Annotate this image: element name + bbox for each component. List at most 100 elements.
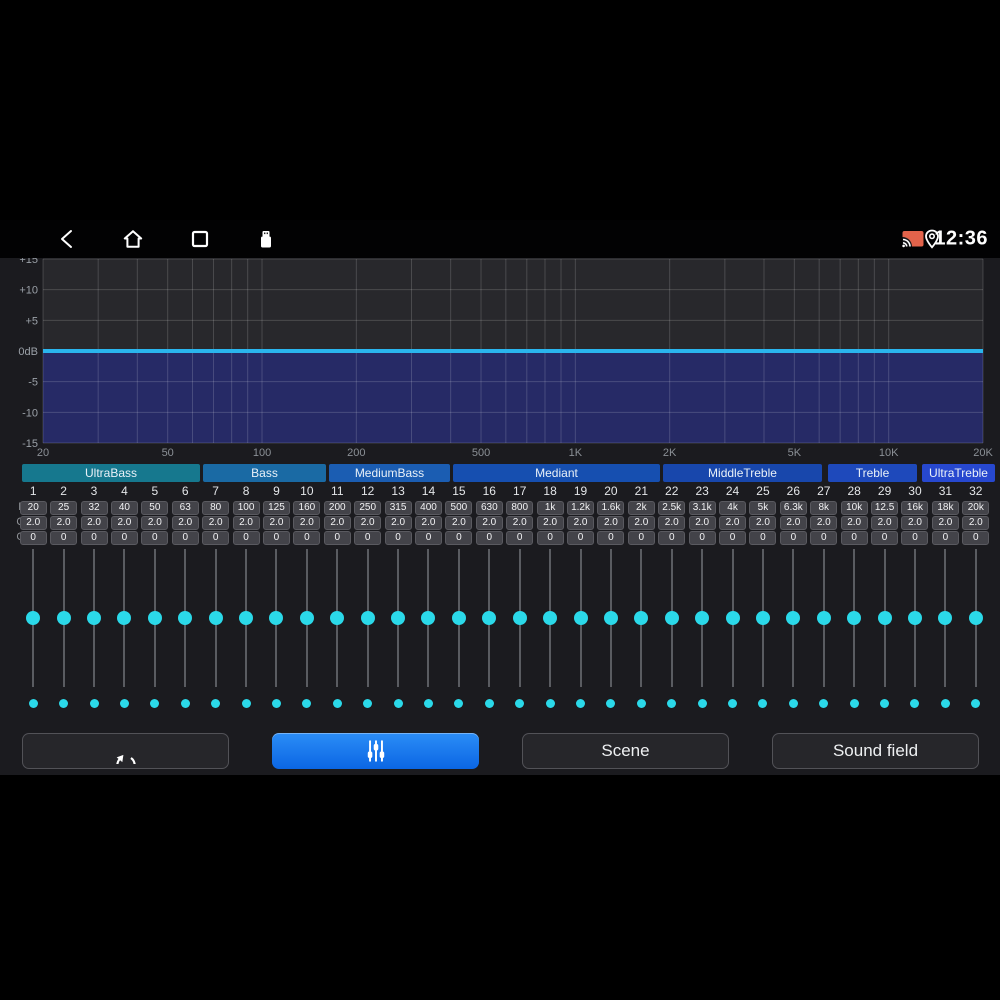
slider-knob[interactable] — [26, 611, 41, 625]
band-slider[interactable] — [565, 549, 595, 687]
slider-knob[interactable] — [695, 611, 710, 625]
band-slider[interactable] — [748, 549, 778, 687]
slider-knob[interactable] — [330, 611, 345, 625]
band-slider[interactable] — [322, 549, 352, 687]
band-indicator-dot — [788, 698, 798, 708]
band-gain-value-cell: 0 — [383, 530, 413, 545]
band-slider[interactable] — [626, 549, 656, 687]
slider-knob[interactable] — [299, 611, 314, 625]
band-indicator-dot — [89, 698, 99, 708]
band-number: 8 — [242, 483, 250, 498]
slider-knob[interactable] — [391, 611, 406, 625]
band-slider[interactable] — [18, 549, 48, 687]
band-gain-value-cell: 0 — [626, 530, 656, 545]
slider-knob[interactable] — [755, 611, 770, 625]
band-slider[interactable] — [48, 549, 78, 687]
band-slider[interactable] — [200, 549, 230, 687]
band-q-value: 2.0 — [931, 515, 959, 530]
equalizer-button[interactable] — [272, 733, 479, 769]
band-slider[interactable] — [474, 549, 504, 687]
band-indicator — [474, 698, 504, 708]
band-slider[interactable] — [109, 549, 139, 687]
band-slider[interactable] — [839, 549, 869, 687]
slider-knob[interactable] — [968, 611, 983, 625]
band-number: 4 — [121, 483, 128, 498]
slider-knob[interactable] — [786, 611, 801, 625]
band-freq-value: 18k — [931, 500, 959, 515]
slider-knob[interactable] — [56, 611, 71, 625]
band-freq-value-cell: 20k — [961, 500, 991, 515]
slider-knob[interactable] — [816, 611, 831, 625]
slider-knob[interactable] — [877, 611, 892, 625]
band-slider[interactable] — [444, 549, 474, 687]
band-slider[interactable] — [261, 549, 291, 687]
band-slider[interactable] — [930, 549, 960, 687]
band-slider[interactable] — [778, 549, 808, 687]
slider-knob[interactable] — [451, 611, 466, 625]
svg-text:+10: +10 — [19, 285, 38, 297]
band-slider[interactable] — [535, 549, 565, 687]
back-icon[interactable] — [56, 227, 78, 251]
slider-knob[interactable] — [421, 611, 436, 625]
slider-knob[interactable] — [938, 611, 953, 625]
slider-knob[interactable] — [573, 611, 588, 625]
slider-knob[interactable] — [725, 611, 740, 625]
sound-field-button[interactable]: Sound field — [772, 733, 979, 769]
reset-button[interactable] — [22, 733, 229, 769]
band-indicator — [809, 698, 839, 708]
slider-knob[interactable] — [147, 611, 162, 625]
slider-knob[interactable] — [603, 611, 618, 625]
slider-knob[interactable] — [87, 611, 102, 625]
band-slider[interactable] — [900, 549, 930, 687]
band-slider[interactable] — [292, 549, 322, 687]
slider-knob[interactable] — [634, 611, 649, 625]
slider-knob[interactable] — [208, 611, 223, 625]
band-slider[interactable] — [140, 549, 170, 687]
slider-knob[interactable] — [482, 611, 497, 625]
band-freq-value-cell: 5k — [748, 500, 778, 515]
band-q-value: 2.0 — [871, 515, 899, 530]
band-gain-value: 0 — [658, 530, 686, 545]
scene-button[interactable]: Scene — [522, 733, 729, 769]
slider-knob[interactable] — [239, 611, 254, 625]
band-gain-value: 0 — [567, 530, 595, 545]
band-gain-value: 0 — [810, 530, 838, 545]
band-slider[interactable] — [170, 549, 200, 687]
band-slider[interactable] — [79, 549, 109, 687]
band-slider[interactable] — [961, 549, 991, 687]
band-freq-value-cell: 800 — [505, 500, 535, 515]
band-slider[interactable] — [717, 549, 747, 687]
band-q-value-cell: 2.0 — [687, 515, 717, 530]
band-slider[interactable] — [413, 549, 443, 687]
slider-knob[interactable] — [360, 611, 375, 625]
band-freq-value: 200 — [323, 500, 351, 515]
band-number: 13 — [391, 483, 405, 498]
home-icon[interactable] — [121, 227, 145, 251]
band-q-value-cell: 2.0 — [140, 515, 170, 530]
slider-knob[interactable] — [269, 611, 284, 625]
slider-knob[interactable] — [512, 611, 527, 625]
band-indicator-dot — [667, 698, 677, 708]
band-slider[interactable] — [809, 549, 839, 687]
slider-knob[interactable] — [847, 611, 862, 625]
band-q-value-cell: 2.0 — [626, 515, 656, 530]
band-slider[interactable] — [596, 549, 626, 687]
band-freq-value: 125 — [262, 500, 290, 515]
band-slider[interactable] — [687, 549, 717, 687]
band-gain-value-cell: 0 — [596, 530, 626, 545]
band-slider[interactable] — [383, 549, 413, 687]
band-slider[interactable] — [505, 549, 535, 687]
band-freq-value: 4k — [719, 500, 747, 515]
slider-knob[interactable] — [907, 611, 922, 625]
slider-knob[interactable] — [178, 611, 193, 625]
band-slider[interactable] — [657, 549, 687, 687]
slider-knob[interactable] — [543, 611, 558, 625]
band-slider[interactable] — [352, 549, 382, 687]
slider-knob[interactable] — [664, 611, 679, 625]
slider-knob[interactable] — [117, 611, 132, 625]
band-indicator — [48, 698, 78, 708]
band-slider[interactable] — [869, 549, 899, 687]
band-slider[interactable] — [231, 549, 261, 687]
band-gain-value-cell: 0 — [231, 530, 261, 545]
recents-icon[interactable] — [189, 227, 211, 251]
